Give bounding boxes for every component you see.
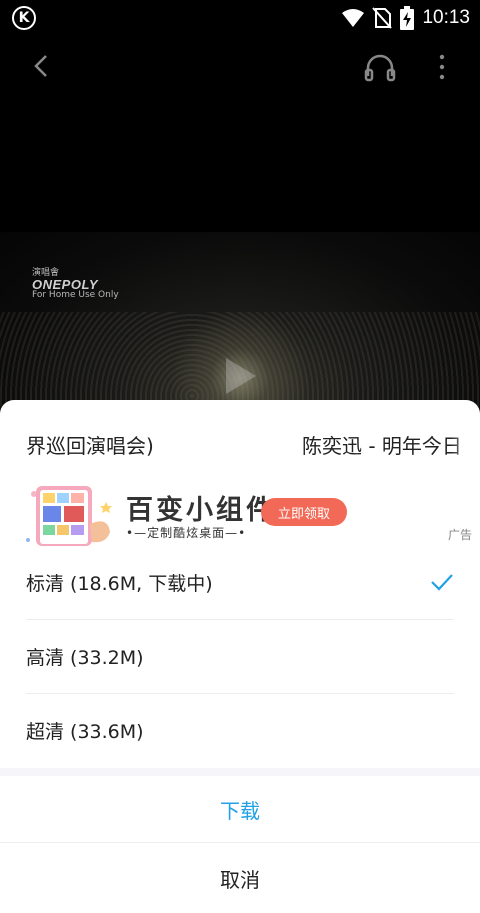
ad-subtitle: •—定制酷炫桌面—• [126,526,247,540]
download-button[interactable]: 下载 [0,776,480,843]
quality-option-label: 标清 (18.6M, 下载中) [26,573,213,595]
status-time: 10:13 [422,7,470,28]
check-icon [431,574,453,591]
ad-phone-graphic [26,486,112,546]
song-title-part: 界巡回演唱会) [26,434,154,458]
back-icon[interactable] [28,52,56,80]
ad-banner[interactable]: 百变小组件 •—定制酷炫桌面—• 立即领取 广告 [0,480,480,546]
play-icon[interactable] [222,356,258,396]
cancel-button[interactable]: 取消 [0,843,480,913]
headphone-icon[interactable] [364,52,396,82]
wifi-icon [342,9,365,27]
song-title-part: 陈奕迅 - 明年今日 [302,434,462,458]
video-header [0,46,480,90]
song-title-marquee: 界巡回演唱会) 陈奕迅 - 明年今日 [0,426,480,462]
section-divider [0,768,480,776]
quality-option-label: 超清 (33.6M) [26,721,144,743]
k-circle-icon: K [12,6,36,30]
download-quality-sheet: 界巡回演唱会) 陈奕迅 - 明年今日 百变小组件 •—定制酷炫桌面—• 立即领取… [0,400,480,913]
watermark-sub: For Home Use Only [32,290,119,300]
ad-cta-button[interactable]: 立即领取 [261,498,347,526]
quality-option-label: 高清 (33.2M) [26,647,144,669]
ad-tag: 广告 [447,528,472,542]
quality-option-standard[interactable]: 标清 (18.6M, 下载中) [26,546,454,620]
ad-title: 百变小组件 [126,495,276,526]
no-sim-icon [372,7,393,29]
app-screen: K 10:13 演唱會 ONEPOLY For Home Use Only 界巡… [0,0,480,913]
status-icons: 10:13 [342,4,470,32]
watermark-logo: ONEPOLY [32,277,99,292]
quality-option-super[interactable]: 超清 (33.6M) [26,694,454,767]
quality-option-high[interactable]: 高清 (33.2M) [26,620,454,694]
more-vertical-icon[interactable] [434,52,450,82]
video-watermark: 演唱會 ONEPOLY For Home Use Only [32,268,119,301]
quality-options: 标清 (18.6M, 下载中) 高清 (33.2M) 超清 (33.6M) [0,546,480,767]
status-bar: K 10:13 [0,0,480,36]
battery-charging-icon [400,6,415,30]
